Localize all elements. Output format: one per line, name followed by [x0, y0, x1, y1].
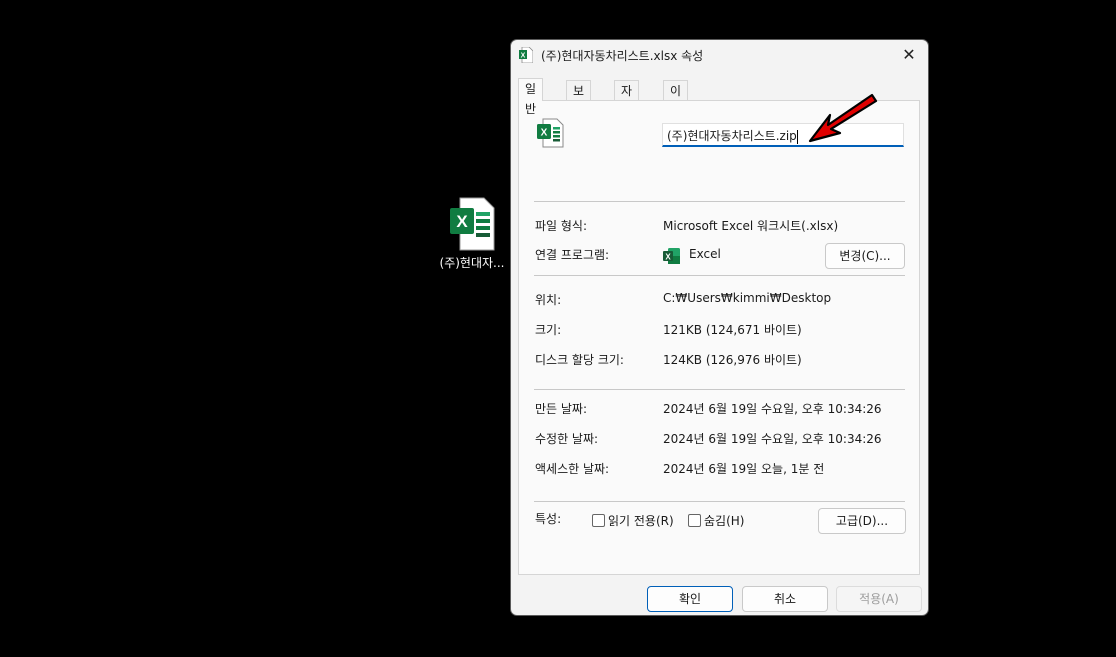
excel-app-icon: X: [519, 46, 534, 66]
size-label: 크기:: [535, 323, 562, 337]
text-caret: [796, 129, 798, 144]
modified-value: 2024년 6월 19일 수요일, 오후 10:34:26: [663, 432, 882, 446]
checkbox-box: [688, 514, 701, 527]
cancel-button[interactable]: 취소: [742, 586, 828, 612]
excel-file-icon: X: [448, 196, 496, 252]
readonly-label: 읽기 전용(R): [608, 514, 674, 528]
accessed-value: 2024년 6월 19일 오늘, 1분 전: [663, 462, 825, 476]
title-bar[interactable]: X (주)현대자동차리스트.xlsx 속성 ✕: [511, 40, 928, 70]
filetype-value: Microsoft Excel 워크시트(.xlsx): [663, 219, 839, 233]
tab-security[interactable]: 보안: [566, 80, 592, 118]
advanced-button[interactable]: 고급(D)...: [818, 508, 906, 534]
filetype-label: 파일 형식:: [535, 219, 588, 233]
location-value: C:₩Users₩kimmi₩Desktop: [663, 291, 832, 305]
close-button[interactable]: ✕: [898, 44, 920, 66]
desktop-file-label: (주)현대자...: [439, 256, 505, 270]
divider: [534, 389, 905, 390]
svg-text:X: X: [521, 53, 526, 60]
excel-file-icon: X: [536, 118, 564, 151]
readonly-checkbox[interactable]: 읽기 전용(R): [592, 512, 674, 529]
general-panel: X (주)현대자동차리스트.zip 파일 형식: Microsoft Excel…: [518, 93, 920, 575]
properties-dialog: X (주)현대자동차리스트.xlsx 속성 ✕ 일반 보안 자세히 이전 버전 …: [510, 39, 929, 616]
filename-text: (주)현대자동차리스트.zip: [667, 129, 797, 143]
tab-previous-versions[interactable]: 이전 버전: [663, 80, 689, 158]
divider: [534, 275, 905, 276]
tab-general[interactable]: 일반: [518, 78, 544, 116]
attributes-label: 특성:: [535, 512, 562, 526]
openwith-label: 연결 프로그램:: [535, 248, 610, 262]
openwith-value: Excel: [689, 247, 721, 261]
ok-button[interactable]: 확인: [647, 586, 733, 612]
disksize-label: 디스크 할당 크기:: [535, 353, 624, 367]
change-program-button[interactable]: 변경(C)...: [825, 243, 905, 269]
tab-details[interactable]: 자세히: [614, 80, 640, 138]
excel-app-icon: X: [663, 247, 681, 268]
svg-text:X: X: [541, 128, 548, 139]
size-value: 121KB (124,671 바이트): [663, 323, 802, 337]
location-label: 위치:: [535, 293, 562, 307]
hidden-checkbox[interactable]: 숨김(H): [688, 512, 744, 529]
window-title: (주)현대자동차리스트.xlsx 속성: [541, 49, 704, 63]
created-value: 2024년 6월 19일 수요일, 오후 10:34:26: [663, 402, 882, 416]
close-icon: ✕: [902, 45, 916, 64]
divider: [534, 201, 905, 202]
modified-label: 수정한 날짜:: [535, 432, 599, 446]
disksize-value: 124KB (126,976 바이트): [663, 353, 802, 367]
divider: [534, 501, 905, 502]
svg-text:X: X: [665, 253, 671, 262]
svg-text:X: X: [456, 212, 468, 231]
checkbox-box: [592, 514, 605, 527]
accessed-label: 액세스한 날짜:: [535, 462, 610, 476]
red-arrow-annotation: [804, 89, 884, 152]
created-label: 만든 날짜:: [535, 402, 588, 416]
apply-button[interactable]: 적용(A): [836, 586, 922, 612]
hidden-label: 숨김(H): [704, 514, 745, 528]
desktop-file-icon[interactable]: X (주)현대자...: [434, 196, 510, 271]
